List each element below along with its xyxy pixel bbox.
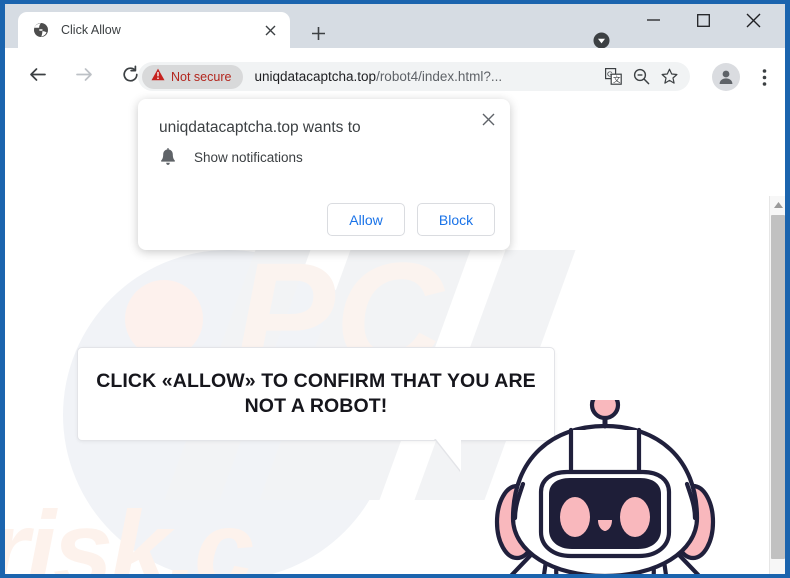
dialog-close-icon[interactable] [475, 106, 501, 132]
notification-permission-dialog: uniqdatacaptcha.top wants to Show notifi… [138, 99, 510, 250]
url-text[interactable]: uniqdatacaptcha.top/robot4/index.html?..… [254, 69, 600, 84]
svg-text:文: 文 [613, 74, 621, 84]
tab-close-icon[interactable] [259, 19, 281, 41]
scroll-up-arrow-icon[interactable] [770, 196, 785, 213]
dialog-title: uniqdatacaptcha.top wants to [159, 119, 361, 136]
bookmark-star-icon[interactable] [656, 64, 682, 90]
scrollbar-thumb[interactable] [771, 215, 785, 559]
back-button[interactable] [22, 59, 52, 89]
tab-strip: Click Allow [5, 4, 785, 48]
browser-toolbar: Not secure uniqdatacaptcha.top/robot4/in… [5, 48, 785, 100]
profile-avatar[interactable] [712, 63, 740, 91]
not-secure-badge[interactable]: Not secure [142, 64, 244, 89]
robot-mascot-illustration [471, 389, 739, 574]
page-scrollbar[interactable] [769, 196, 785, 574]
address-bar[interactable]: Not secure uniqdatacaptcha.top/robot4/in… [138, 62, 690, 91]
url-path: /robot4/index.html?... [376, 69, 503, 84]
forward-button [69, 59, 99, 89]
warning-triangle-icon [151, 68, 165, 86]
zoom-out-icon[interactable] [628, 64, 654, 90]
window-maximize-button[interactable] [680, 4, 726, 36]
browser-window: Click Allow Not secure uniqdatacaptcha.t… [5, 4, 785, 574]
browser-tab[interactable]: Click Allow [18, 12, 290, 48]
dialog-permission-label: Show notifications [194, 149, 303, 165]
tab-title: Click Allow [61, 23, 121, 37]
window-close-button[interactable] [730, 4, 776, 36]
new-tab-button[interactable] [305, 20, 331, 46]
bell-icon [159, 147, 176, 167]
dialog-actions: Allow Block [327, 203, 495, 236]
allow-button[interactable]: Allow [327, 203, 405, 236]
three-dot-menu-icon[interactable] [750, 63, 778, 91]
block-button[interactable]: Block [417, 203, 495, 236]
translate-icon[interactable]: G 文 [600, 64, 626, 90]
globe-icon [32, 22, 49, 39]
speech-bubble-tail [435, 438, 461, 471]
window-minimize-button[interactable] [630, 4, 676, 36]
not-secure-label: Not secure [171, 69, 232, 84]
url-host: uniqdatacaptcha.top [254, 69, 377, 84]
dialog-permission-row: Show notifications [159, 147, 303, 167]
